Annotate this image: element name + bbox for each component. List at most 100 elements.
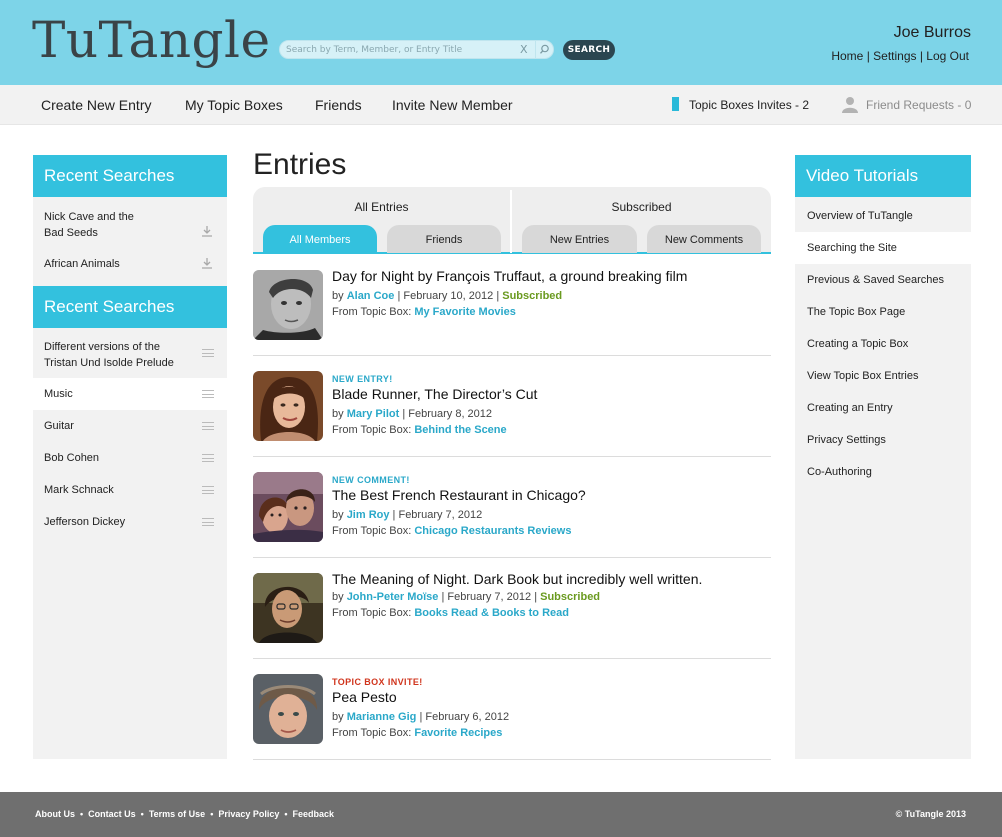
tab-friends[interactable]: Friends xyxy=(387,225,501,253)
entry-date: February 8, 2012 xyxy=(408,408,493,420)
drag-handle-icon[interactable] xyxy=(202,518,214,526)
search-button[interactable]: SEARCH xyxy=(563,40,615,60)
saved-search-item[interactable]: Bob Cohen xyxy=(33,442,227,474)
site-logo[interactable]: TuTangle xyxy=(32,12,271,68)
entry-date: February 7, 2012 xyxy=(447,591,532,603)
topic-box-link[interactable]: Books Read & Books to Read xyxy=(414,607,569,619)
author-avatar[interactable] xyxy=(253,674,323,744)
tutorial-link[interactable]: Creating a Topic Box xyxy=(795,328,971,360)
saved-search-item[interactable]: Music xyxy=(33,378,227,410)
tutorial-link[interactable]: Overview of TuTangle xyxy=(795,200,971,232)
entry-date: February 10, 2012 xyxy=(403,290,494,302)
footer-contact-us[interactable]: Contact Us xyxy=(88,809,136,819)
settings-link[interactable]: Settings xyxy=(873,49,916,63)
entry-byline: by Alan Coe | February 10, 2012 | Subscr… xyxy=(332,290,562,302)
topic-box-icon xyxy=(672,97,679,111)
drag-handle-icon[interactable] xyxy=(202,349,214,357)
author-link[interactable]: Mary Pilot xyxy=(347,408,400,420)
tutorial-link[interactable]: Privacy Settings xyxy=(795,424,971,456)
download-icon[interactable] xyxy=(201,225,213,242)
entry-divider xyxy=(253,759,771,760)
entry-divider xyxy=(253,557,771,558)
topic-box-link[interactable]: Favorite Recipes xyxy=(414,727,502,739)
entry-title[interactable]: Pea Pesto xyxy=(332,689,397,705)
tutorial-link[interactable]: Searching the Site xyxy=(795,232,971,264)
entry-title[interactable]: Day for Night by François Truffaut, a gr… xyxy=(332,268,687,284)
magnifier-icon[interactable] xyxy=(535,41,553,58)
tutorial-link[interactable]: The Topic Box Page xyxy=(795,296,971,328)
drag-handle-icon[interactable] xyxy=(202,390,214,398)
author-avatar[interactable] xyxy=(253,573,323,643)
tab-group-subscribed[interactable]: Subscribed xyxy=(512,200,771,214)
author-link[interactable]: John-Peter Moïse xyxy=(347,591,439,603)
author-link[interactable]: Jim Roy xyxy=(347,509,390,521)
saved-search-item[interactable]: Different versions of the Tristan Und Is… xyxy=(33,339,227,371)
home-link[interactable]: Home xyxy=(831,49,863,63)
tutorial-link[interactable]: Previous & Saved Searches xyxy=(795,264,971,296)
footer-separator: • xyxy=(284,809,288,819)
nav-friends[interactable]: Friends xyxy=(315,97,362,113)
nav-create-new-entry[interactable]: Create New Entry xyxy=(41,97,151,113)
tab-all-members[interactable]: All Members xyxy=(263,225,377,253)
by-label: by xyxy=(332,408,344,420)
tab-new-comments[interactable]: New Comments xyxy=(647,225,761,253)
from-topic-box-label: From Topic Box: xyxy=(332,424,412,436)
from-topic-box-label: From Topic Box: xyxy=(332,727,412,739)
topic-box-link[interactable]: Chicago Restaurants Reviews xyxy=(414,525,571,537)
entry-byline: by Marianne Gig | February 6, 2012 xyxy=(332,711,509,723)
person-icon xyxy=(842,96,858,117)
footer-feedback[interactable]: Feedback xyxy=(293,809,335,819)
tutorial-link[interactable]: Co-Authoring xyxy=(795,456,971,488)
entry-title[interactable]: The Meaning of Night. Dark Book but incr… xyxy=(332,571,702,587)
nav-invite-new-member[interactable]: Invite New Member xyxy=(392,97,513,113)
by-label: by xyxy=(332,711,344,723)
saved-search-item[interactable]: Jefferson Dickey xyxy=(33,506,227,538)
author-avatar[interactable] xyxy=(253,270,323,340)
entry-row: TOPIC BOX INVITE! Pea Pesto by Marianne … xyxy=(253,674,771,746)
drag-handle-icon[interactable] xyxy=(202,454,214,462)
entry-topic-box: From Topic Box: Chicago Restaurants Revi… xyxy=(332,525,571,537)
entry-byline: by Jim Roy | February 7, 2012 xyxy=(332,509,482,521)
footer-about-us[interactable]: About Us xyxy=(35,809,75,819)
logout-link[interactable]: Log Out xyxy=(926,49,969,63)
drag-handle-icon[interactable] xyxy=(202,422,214,430)
recent-searches-title: Recent Searches xyxy=(33,286,227,328)
tutorial-link[interactable]: Creating an Entry xyxy=(795,392,971,424)
recent-search-item[interactable]: Nick Cave and the Bad Seeds xyxy=(33,209,227,241)
entry-topic-box: From Topic Box: Books Read & Books to Re… xyxy=(332,607,569,619)
tutorial-link[interactable]: View Topic Box Entries xyxy=(795,360,971,392)
saved-search-item[interactable]: Mark Schnack xyxy=(33,474,227,506)
topic-box-invite-tag: TOPIC BOX INVITE! xyxy=(332,677,423,687)
drag-handle-icon[interactable] xyxy=(202,486,214,494)
friend-requests[interactable]: Friend Requests - 0 xyxy=(866,98,971,112)
topic-box-invites[interactable]: Topic Boxes Invites - 2 xyxy=(689,98,809,112)
entry-title[interactable]: Blade Runner, The Director’s Cut xyxy=(332,386,537,402)
author-link[interactable]: Alan Coe xyxy=(347,290,395,302)
from-topic-box-label: From Topic Box: xyxy=(332,525,412,537)
author-link[interactable]: Marianne Gig xyxy=(347,711,417,723)
download-icon[interactable] xyxy=(201,257,213,274)
recent-search-line: Bad Seeds xyxy=(44,227,98,239)
saved-search-item[interactable]: Guitar xyxy=(33,410,227,442)
author-avatar[interactable] xyxy=(253,371,323,441)
author-avatar[interactable] xyxy=(253,472,323,542)
search-box: X xyxy=(279,40,554,59)
tab-new-entries[interactable]: New Entries xyxy=(522,225,637,253)
topic-box-link[interactable]: Behind the Scene xyxy=(414,424,506,436)
copyright: © TuTangle 2013 xyxy=(895,809,966,819)
by-label: by xyxy=(332,591,344,603)
search-input[interactable] xyxy=(286,42,516,57)
tab-group-all-entries[interactable]: All Entries xyxy=(253,200,510,214)
footer-privacy-policy[interactable]: Privacy Policy xyxy=(218,809,279,819)
topic-box-link[interactable]: My Favorite Movies xyxy=(414,306,515,318)
meta-separator: | xyxy=(397,290,401,302)
entry-title[interactable]: The Best French Restaurant in Chicago? xyxy=(332,487,586,503)
clear-search-icon[interactable]: X xyxy=(520,42,528,57)
meta-separator: | xyxy=(534,591,538,603)
recent-search-item[interactable]: African Animals xyxy=(33,256,227,272)
entry-row: NEW ENTRY! Blade Runner, The Director’s … xyxy=(253,371,771,443)
nav-my-topic-boxes[interactable]: My Topic Boxes xyxy=(185,97,283,113)
entry-topic-box: From Topic Box: Behind the Scene xyxy=(332,424,507,436)
footer-terms-of-use[interactable]: Terms of Use xyxy=(149,809,205,819)
recent-search-line: Nick Cave and the xyxy=(44,211,134,223)
